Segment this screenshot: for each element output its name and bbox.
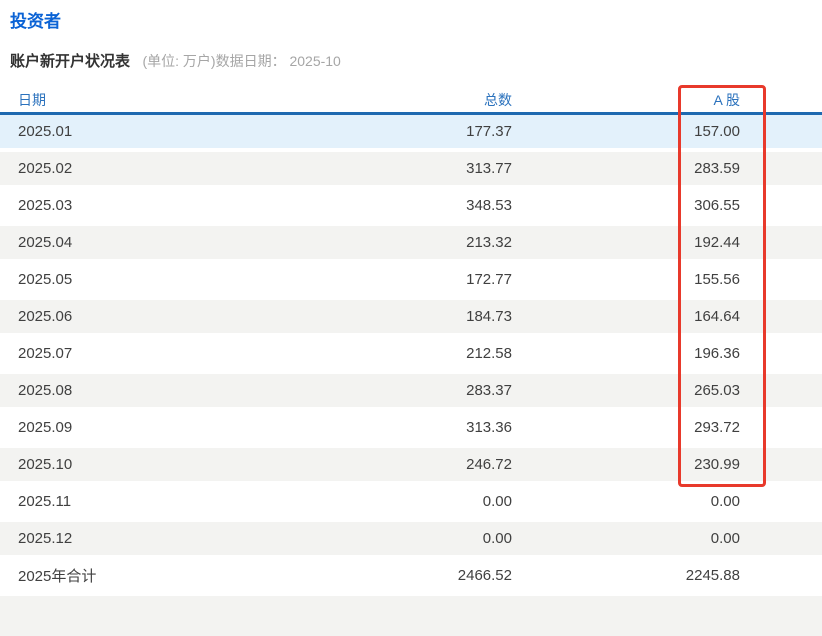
cell-spacer (740, 448, 822, 485)
table-row: 2025.02313.77283.59 (0, 152, 822, 189)
cell-spacer (740, 485, 822, 522)
cell-spacer (740, 337, 822, 374)
cell-total: 172.77 (240, 263, 512, 300)
cell-date: 2025.05 (0, 263, 240, 300)
cell-a-share: 283.59 (512, 152, 740, 189)
subtitle-unit-date-note: (单位: 万户)数据日期： 2025-10 (142, 53, 340, 69)
cell-date: 2025.02 (0, 152, 240, 189)
cell-spacer (740, 152, 822, 189)
cell-date: 2025.01 (0, 115, 240, 152)
cell-total: 2466.52 (240, 559, 512, 596)
cell-a-share: 192.44 (512, 226, 740, 263)
cell-spacer (740, 263, 822, 300)
table-row: 2025.05172.77155.56 (0, 263, 822, 300)
cell-total: 313.77 (240, 152, 512, 189)
cell-date: 2025.07 (0, 337, 240, 374)
cell-a-share: 306.55 (512, 189, 740, 226)
column-header-spacer (740, 87, 822, 115)
cell-date: 2025.12 (0, 522, 240, 559)
table-row: 2025.110.000.00 (0, 485, 822, 522)
cell-spacer (740, 559, 822, 596)
cell-spacer (740, 411, 822, 448)
cell-spacer (740, 115, 822, 152)
cell-total: 177.37 (240, 115, 512, 152)
cell-total: 212.58 (240, 337, 512, 374)
table-body: 2025.01177.37157.002025.02313.77283.5920… (0, 115, 822, 596)
cell-a-share: 293.72 (512, 411, 740, 448)
cell-total: 246.72 (240, 448, 512, 485)
table-subtitle: 账户新开户状况表 (10, 53, 130, 70)
cell-date: 2025.08 (0, 374, 240, 411)
cell-date: 2025.11 (0, 485, 240, 522)
column-header-total: 总数 (240, 87, 512, 115)
table-row: 2025.10246.72230.99 (0, 448, 822, 485)
table-row: 2025.07212.58196.36 (0, 337, 822, 374)
cell-a-share: 2245.88 (512, 559, 740, 596)
cell-spacer (740, 226, 822, 263)
cell-total: 0.00 (240, 522, 512, 559)
cell-a-share: 265.03 (512, 374, 740, 411)
cell-spacer (740, 189, 822, 226)
cell-a-share: 164.64 (512, 300, 740, 337)
cell-a-share: 0.00 (512, 485, 740, 522)
table-header-row: 日期 总数 A 股 (0, 87, 822, 115)
cell-date: 2025.04 (0, 226, 240, 263)
table-row: 2025.08283.37265.03 (0, 374, 822, 411)
account-table-wrap: 日期 总数 A 股 2025.01177.37157.002025.02313.… (0, 87, 822, 596)
cell-total: 184.73 (240, 300, 512, 337)
cell-date: 2025.10 (0, 448, 240, 485)
cell-a-share: 230.99 (512, 448, 740, 485)
table-row: 2025.01177.37157.00 (0, 115, 822, 152)
table-subtitle-row: 账户新开户状况表 (单位: 万户)数据日期： 2025-10 (10, 52, 822, 71)
table-row: 2025.04213.32192.44 (0, 226, 822, 263)
account-opening-table: 日期 总数 A 股 2025.01177.37157.002025.02313.… (0, 87, 822, 596)
cell-total: 348.53 (240, 189, 512, 226)
table-row: 2025.09313.36293.72 (0, 411, 822, 448)
table-row: 2025.03348.53306.55 (0, 189, 822, 226)
partial-next-row-strip (0, 596, 822, 636)
table-row: 2025.06184.73164.64 (0, 300, 822, 337)
column-header-date: 日期 (0, 87, 240, 115)
table-row: 2025年合计2466.522245.88 (0, 559, 822, 596)
column-header-a-share: A 股 (512, 87, 740, 115)
cell-date: 2025年合计 (0, 559, 240, 596)
cell-total: 313.36 (240, 411, 512, 448)
cell-spacer (740, 300, 822, 337)
cell-a-share: 157.00 (512, 115, 740, 152)
cell-total: 213.32 (240, 226, 512, 263)
cell-total: 283.37 (240, 374, 512, 411)
page-title: 投资者 (10, 12, 822, 31)
cell-a-share: 196.36 (512, 337, 740, 374)
cell-spacer (740, 374, 822, 411)
cell-spacer (740, 522, 822, 559)
cell-a-share: 0.00 (512, 522, 740, 559)
cell-total: 0.00 (240, 485, 512, 522)
cell-a-share: 155.56 (512, 263, 740, 300)
page-root: { "page": { "title": "投资者", "subtitle": … (0, 12, 822, 612)
cell-date: 2025.06 (0, 300, 240, 337)
cell-date: 2025.03 (0, 189, 240, 226)
table-row: 2025.120.000.00 (0, 522, 822, 559)
cell-date: 2025.09 (0, 411, 240, 448)
